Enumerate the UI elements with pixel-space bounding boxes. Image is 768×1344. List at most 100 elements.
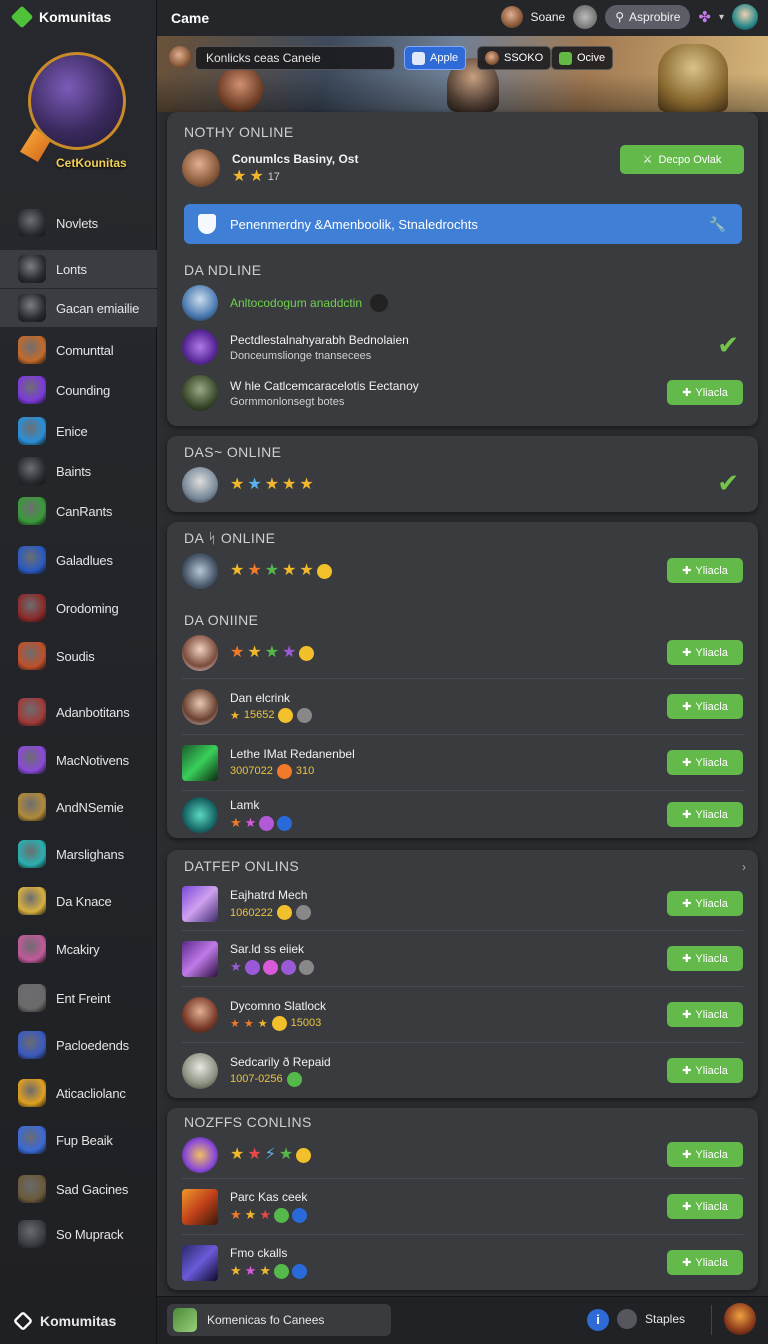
sidebar-item-18[interactable]: Pacloedends — [0, 1026, 157, 1064]
sidebar-item-1[interactable]: Lonts — [0, 250, 157, 288]
star-icon: ★ — [249, 167, 264, 185]
list-item[interactable]: Fmo ckalls ★ ★ ★ ✚ Yliacla — [182, 1234, 743, 1290]
list-item[interactable]: Eajhatrd Mech 1060222 ✚ Yliacla — [182, 878, 743, 930]
sidebar-item-label: MacNotivens — [56, 752, 129, 768]
list-item[interactable]: W hle Catlcemcaracelotis Eectanoy Gormmo… — [182, 370, 743, 416]
duo-action-button[interactable]: ⚔ Decpo Ovlak — [620, 145, 744, 174]
sidebar-item-3[interactable]: Comunttal — [0, 331, 157, 369]
view-button[interactable]: ✚ Yliacla — [667, 558, 743, 583]
plus-icon: ✚ — [682, 1201, 692, 1213]
sidebar-item-13[interactable]: AndNSemie — [0, 788, 157, 826]
chip-label: Ocive — [577, 52, 606, 64]
info-icon[interactable]: i — [587, 1309, 609, 1331]
sidebar-item-22[interactable]: So Muprack — [0, 1215, 157, 1253]
profile-avatar[interactable] — [724, 1303, 756, 1335]
chat-input[interactable]: Komenicas fo Canees — [167, 1304, 391, 1336]
alert-banner[interactable]: Penenmerdny &Amenboolik, Stnaledrochts 🔧 — [184, 204, 742, 244]
sidebar-item-15[interactable]: Da Knace — [0, 882, 157, 920]
sidebar-item-16[interactable]: Mcakiry — [0, 930, 157, 968]
status-toggle[interactable]: Staples — [617, 1309, 685, 1329]
sidebar-item-9[interactable]: Orodoming — [0, 589, 157, 627]
section-title: DA ᛋ ONLINE — [184, 530, 276, 546]
view-button[interactable]: ✚ Yliacla — [667, 946, 743, 971]
search-input[interactable]: Konlicks ceas Caneie — [195, 46, 395, 70]
chip-ocive[interactable]: Ocive — [551, 46, 614, 70]
panel-das-online: DAS~ ONLINE ★ ★ ★ ★ ★ ✔ — [167, 436, 758, 512]
hero-artwork[interactable]: CetKounitas — [18, 48, 130, 180]
plus-icon: ✚ — [682, 1149, 692, 1161]
view-button[interactable]: ✚ Yliacla — [667, 891, 743, 916]
wrench-icon[interactable]: 🔧 — [709, 216, 726, 233]
sidebar-item-17[interactable]: Ent Freint — [0, 979, 157, 1017]
chevron-down-icon[interactable]: ▾ — [719, 12, 724, 23]
view-button[interactable]: ✚ Yliacla — [667, 802, 743, 827]
profile-portrait-icon[interactable] — [573, 5, 598, 29]
view-button[interactable]: ✚ Yliacla — [667, 694, 743, 719]
chevron-right-icon[interactable]: › — [742, 860, 746, 874]
sidebar-item-6[interactable]: Baints — [0, 452, 157, 490]
list-item[interactable]: Lamk ★ ★ ✚ Yliacla — [182, 790, 743, 838]
view-button[interactable]: ✚ Yliacla — [667, 380, 743, 405]
member-name: Parc Kas ceek — [230, 1190, 308, 1204]
sidebar-item-0[interactable]: Novlets — [0, 204, 157, 242]
banner-avatar[interactable] — [169, 46, 191, 68]
sidebar-item-20[interactable]: Fup Beaik — [0, 1121, 157, 1159]
view-button[interactable]: ✚ Yliacla — [667, 750, 743, 775]
rating-stars: ★ ★ ★ ★ — [230, 645, 315, 661]
member-avatar — [182, 1052, 218, 1089]
list-item[interactable]: Pectdlestalnahyarabh Bednolaien Donceums… — [182, 324, 743, 370]
account-avatar[interactable] — [732, 4, 758, 30]
list-item[interactable]: Parc Kas ceek ★ ★ ★ ✚ Yliacla — [182, 1178, 743, 1234]
list-item[interactable]: Dycomno Slatlock ★ ★ ★ 15003 ✚ Yliacla — [182, 986, 743, 1042]
sidebar-item-8[interactable]: Galadlues — [0, 541, 157, 579]
shard-icon — [18, 1079, 46, 1107]
sidebar-item-label: Novlets — [56, 215, 98, 231]
sidebar-item-12[interactable]: MacNotivens — [0, 741, 157, 779]
sidebar-item-11[interactable]: Adanbotitans — [0, 693, 157, 731]
list-item[interactable]: Sedcarily ð Repaid 1007-0256 ✚ Yliacla — [182, 1042, 743, 1098]
member-name: Dan elcrink — [230, 690, 291, 705]
crystal-icon — [18, 376, 46, 404]
user-avatar[interactable] — [500, 6, 523, 28]
view-button[interactable]: ✚ Yliacla — [667, 1142, 743, 1167]
sidebar-item-label: Baints — [56, 463, 91, 479]
list-item[interactable]: ★ ★ ★ ★ ★ ✔ — [182, 462, 743, 508]
list-item[interactable]: Sar.ld ss eiiek ★ ✚ Yliacla — [182, 930, 743, 986]
sidebar-item-21[interactable]: Sad Gacines — [0, 1170, 157, 1208]
list-item[interactable]: Lethe IMat Redanenbel 3007022 310 ✚ Yliacl… — [182, 734, 743, 790]
view-button[interactable]: ✚ Yliacla — [667, 1194, 743, 1219]
user-name[interactable]: Soane — [531, 10, 566, 24]
brand[interactable]: Komunitas — [10, 5, 111, 29]
emoji-icon — [295, 905, 311, 920]
gear-icon — [18, 255, 46, 283]
sidebar-item-10[interactable]: Soudis — [0, 637, 157, 675]
chip-apple[interactable]: Apple — [404, 46, 467, 70]
sidebar: Komunitas CetKounitas Novlets Lonts Gacan … — [0, 0, 157, 1344]
sidebar-item-2[interactable]: Gacan emiailie — [0, 289, 157, 327]
sidebar-item-19[interactable]: Aticacliolanc — [0, 1074, 157, 1112]
sidebar-item-14[interactable]: Marslighans — [0, 835, 157, 873]
sidebar-footer[interactable]: Komumitas — [12, 1310, 116, 1332]
top-bar-actions: Soane ⚲ Asprobire ✤ ▾ — [500, 4, 758, 30]
footer-logo-icon — [12, 1310, 34, 1332]
sidebar-item-label: Marslighans — [56, 846, 124, 862]
section-title: NOZFFS CONLINS — [184, 1114, 312, 1130]
list-item[interactable]: Anltocodogum anaddctin — [182, 280, 743, 326]
list-item[interactable]: Dan elcrink ★ 15652 ✚ Yliacla — [182, 678, 743, 734]
upgrade-button[interactable]: ⚲ Asprobire — [605, 5, 691, 29]
list-item[interactable]: ★ ★ ★ ★ ★ ✚ Yliacla — [182, 548, 743, 594]
list-item[interactable]: ★ ★ ⚡ ★ ✚ Yliacla — [182, 1132, 743, 1178]
sidebar-item-7[interactable]: CanRants — [0, 492, 157, 530]
clover-icon[interactable]: ✤ — [698, 8, 711, 26]
sidebar-item-5[interactable]: Enice — [0, 412, 157, 450]
view-button[interactable]: ✚ Yliacla — [667, 1058, 743, 1083]
sidebar-item-4[interactable]: Counding — [0, 371, 157, 409]
view-button[interactable]: ✚ Yliacla — [667, 1250, 743, 1275]
member-avatar — [182, 886, 218, 922]
view-button[interactable]: ✚ Yliacla — [667, 1002, 743, 1027]
chip-ssoko[interactable]: SSOKO — [477, 46, 552, 70]
list-item[interactable]: ★ ★ ★ ★ ✚ Yliacla — [182, 630, 743, 676]
member-name: Lamk — [230, 798, 260, 812]
sidebar-item-label: Comunttal — [56, 342, 114, 358]
view-button[interactable]: ✚ Yliacla — [667, 640, 743, 665]
